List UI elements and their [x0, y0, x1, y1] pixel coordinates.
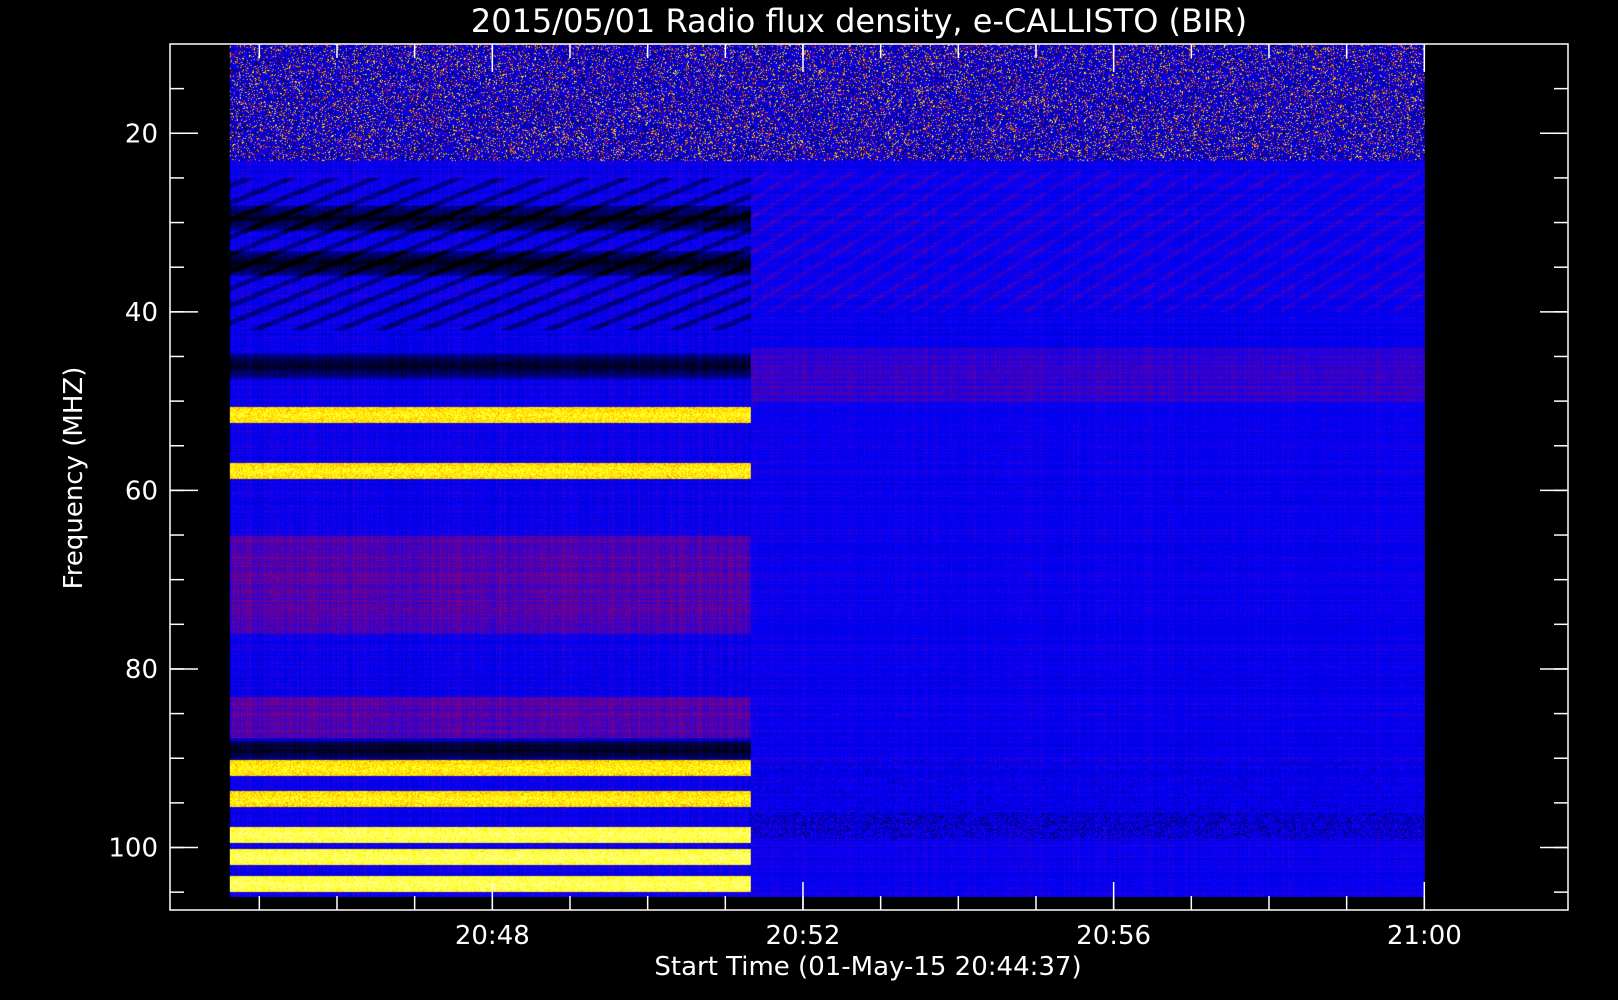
- x-tick-label: 20:48: [455, 921, 530, 951]
- x-axis-label: Start Time (01-May-15 20:44:37): [654, 952, 1081, 982]
- y-tick-label: 60: [125, 476, 158, 506]
- y-axis-label: Frequency (MHZ): [59, 367, 89, 590]
- y-tick-label: 20: [125, 119, 158, 149]
- heatmap-cells: [229, 44, 1425, 897]
- chart-title: 2015/05/01 Radio flux density, e-CALLIST…: [471, 2, 1247, 40]
- spectrogram-chart: 2015/05/01 Radio flux density, e-CALLIST…: [0, 0, 1618, 1000]
- y-tick-label: 80: [125, 655, 158, 685]
- y-tick-label: 40: [125, 298, 158, 328]
- x-tick-label: 21:00: [1387, 921, 1462, 951]
- heatmap-image: [229, 44, 1425, 897]
- x-tick-label: 20:56: [1076, 921, 1151, 951]
- x-tick-label: 20:52: [766, 921, 841, 951]
- y-tick-label: 100: [108, 834, 158, 864]
